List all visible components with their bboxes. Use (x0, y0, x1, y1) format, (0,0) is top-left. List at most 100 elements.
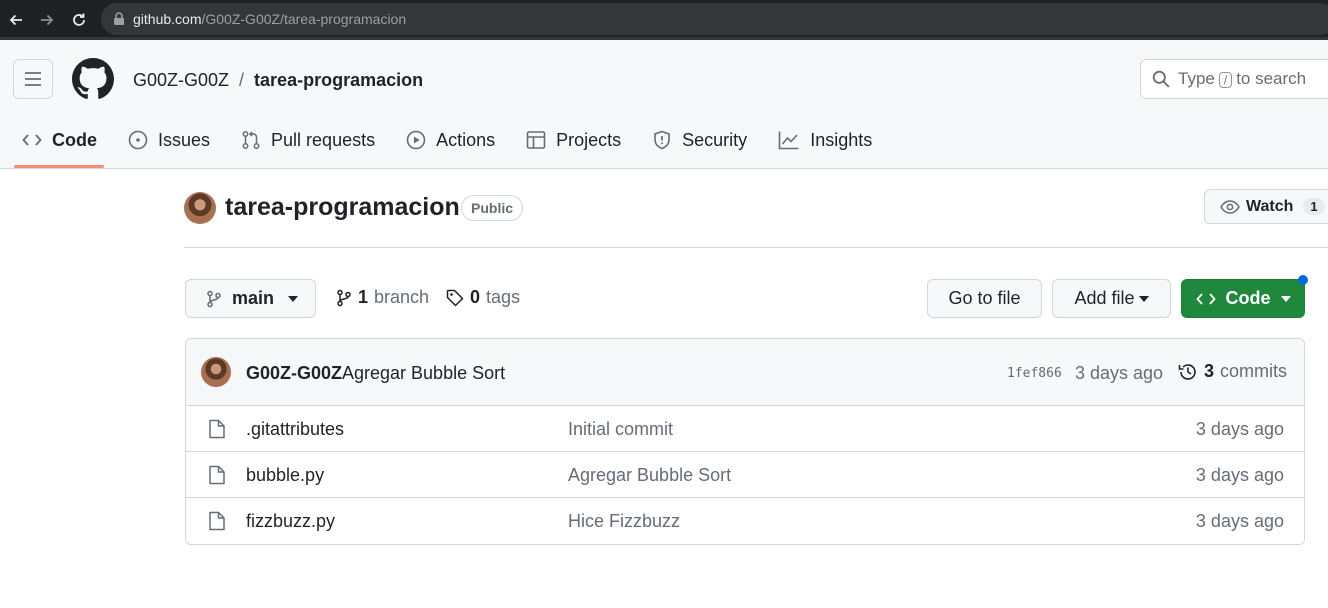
watch-label: Watch (1246, 197, 1294, 215)
graph-icon (778, 131, 799, 150)
tab-pull-requests-label: Pull requests (271, 129, 376, 150)
repo-title[interactable]: tarea-programacion (225, 193, 460, 222)
play-icon (406, 130, 426, 150)
tab-issues-label: Issues (158, 129, 211, 150)
commit-sha[interactable]: 1fef866 (1007, 366, 1062, 381)
code-icon (22, 134, 42, 146)
repo-tabs: Code Issues Pull requests Actions Projec… (22, 128, 903, 152)
github-mark-icon (72, 58, 114, 99)
code-button-label: Code (1225, 288, 1271, 308)
notification-dot (1298, 275, 1308, 285)
commit-count-label: commits (1220, 361, 1288, 381)
file-name[interactable]: bubble.py (246, 465, 324, 486)
eye-icon (1220, 199, 1240, 214)
tab-actions-label: Actions (436, 129, 496, 150)
divider (184, 247, 1328, 248)
add-file-button[interactable]: Add file (1052, 279, 1171, 318)
tab-insights-label: Insights (810, 129, 873, 150)
owner-avatar[interactable] (184, 192, 216, 224)
caret-down-icon (1280, 295, 1291, 302)
file-age: 3 days ago (1195, 465, 1284, 485)
history-icon (1178, 363, 1196, 380)
commit-author-avatar[interactable] (201, 357, 231, 387)
hamburger-icon (25, 72, 41, 86)
github-logo[interactable] (72, 58, 114, 100)
shield-icon (654, 130, 670, 150)
go-to-file-button[interactable]: Go to file (927, 279, 1042, 318)
reload-button[interactable] (63, 4, 95, 36)
commit-count: 3 (1204, 361, 1215, 381)
caret-down-icon (1138, 295, 1149, 302)
file-commit-message[interactable]: Initial commit (568, 419, 673, 440)
tab-actions[interactable]: Actions (406, 130, 495, 151)
branch-name: main (232, 288, 275, 308)
browser-toolbar: github.com/G00Z-G00Z/tarea-programacion (0, 0, 1328, 40)
tag-label: tags (486, 287, 521, 307)
owner-link[interactable]: G00Z-G00Z (133, 70, 229, 91)
url-host: github.com (133, 11, 202, 27)
address-bar[interactable]: github.com/G00Z-G00Z/tarea-programacion (101, 3, 1328, 35)
tab-code[interactable]: Code (22, 130, 97, 151)
lock-icon (114, 12, 124, 25)
arrow-right-icon (41, 14, 54, 26)
tab-projects-label: Projects (556, 129, 622, 150)
code-icon (1195, 292, 1216, 305)
code-button[interactable]: Code (1181, 279, 1305, 318)
tab-security-label: Security (682, 129, 748, 150)
tags-link[interactable]: 0 tags (446, 287, 520, 308)
search-input[interactable]: Type / to search (1140, 59, 1328, 99)
file-age: 3 days ago (1195, 419, 1284, 439)
repo-link[interactable]: tarea-programacion (254, 70, 423, 91)
table-row[interactable]: fizzbuzz.py Hice Fizzbuzz 3 days ago (186, 498, 1304, 544)
menu-button[interactable] (13, 59, 53, 99)
back-button[interactable] (0, 4, 32, 36)
url-path: /G00Z-G00Z/tarea-programacion (201, 11, 407, 27)
search-shortcut-key: / (1218, 72, 1233, 88)
tag-count: 0 (470, 287, 481, 307)
file-browser: G00Z-G00Z Agregar Bubble Sort 1fef866 3 … (185, 338, 1305, 545)
add-file-label: Add file (1074, 288, 1135, 308)
commits-link[interactable]: 3 commits (1178, 361, 1287, 382)
branch-count: 1 (358, 287, 369, 307)
issue-icon (128, 130, 148, 150)
tab-insights[interactable]: Insights (778, 130, 872, 151)
file-icon (209, 419, 225, 439)
site-header: G00Z-G00Z / tarea-programacion Type / to s… (0, 40, 1328, 169)
file-age: 3 days ago (1195, 511, 1284, 531)
branches-link[interactable]: 1 branch (336, 287, 429, 308)
watch-count: 1 (1303, 198, 1325, 215)
caret-down-icon (288, 295, 299, 302)
tab-security[interactable]: Security (652, 130, 747, 151)
table-row[interactable]: bubble.py Agregar Bubble Sort 3 days ago (186, 452, 1304, 498)
breadcrumb: G00Z-G00Z / tarea-programacion (133, 70, 423, 91)
forward-button[interactable] (31, 4, 63, 36)
file-commit-message[interactable]: Agregar Bubble Sort (568, 465, 731, 486)
table-icon (526, 131, 546, 149)
reload-icon (73, 13, 85, 26)
pull-request-icon (242, 131, 260, 149)
breadcrumb-separator: / (239, 70, 245, 90)
file-commit-message[interactable]: Hice Fizzbuzz (568, 511, 680, 532)
arrow-left-icon (9, 14, 22, 26)
file-name[interactable]: fizzbuzz.py (246, 511, 335, 532)
tab-issues[interactable]: Issues (128, 130, 210, 151)
file-name[interactable]: .gitattributes (246, 419, 344, 440)
watch-button[interactable]: Watch 1 (1204, 189, 1328, 224)
selected-tab-indicator (14, 165, 104, 168)
search-icon (1152, 70, 1170, 88)
branch-select-button[interactable]: main (185, 279, 316, 318)
commit-author[interactable]: G00Z-G00Z (246, 363, 342, 384)
git-branch-icon (337, 289, 351, 306)
table-row[interactable]: .gitattributes Initial commit 3 days ago (186, 406, 1304, 452)
latest-commit-row: G00Z-G00Z Agregar Bubble Sort 1fef866 3 … (186, 339, 1304, 406)
tab-pull-requests[interactable]: Pull requests (241, 130, 375, 151)
commit-message[interactable]: Agregar Bubble Sort (342, 363, 505, 384)
tab-code-label: Code (52, 129, 97, 150)
git-branch-icon (207, 290, 221, 307)
tab-projects[interactable]: Projects (526, 130, 621, 151)
file-icon (209, 465, 225, 485)
visibility-badge: Public (461, 195, 524, 221)
tag-icon (446, 289, 464, 306)
branch-label: branch (374, 287, 430, 307)
search-placeholder: Type / to search (1178, 69, 1307, 88)
